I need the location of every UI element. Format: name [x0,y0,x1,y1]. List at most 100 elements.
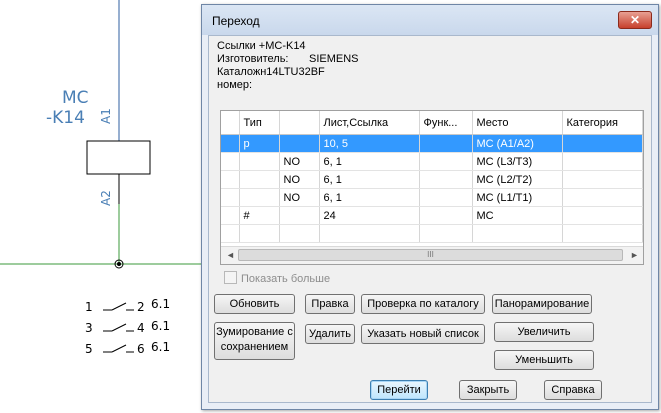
coil-symbol [86,140,151,175]
table-cell [239,188,280,207]
table-cell [562,224,643,243]
pin-label-bottom: A2 [99,190,113,206]
manufacturer-row: Изготовитель: SIEMENS [217,53,359,65]
table-cell: 10, 5 [319,134,420,153]
table-cell [221,224,240,243]
table-cell [221,152,240,171]
contact-pin-a: 1 [85,300,93,314]
zoom-out-button[interactable]: Уменьшить [494,350,594,370]
manufacturer-label: Изготовитель: [217,53,289,65]
contact-pin-a: 3 [85,321,93,335]
table-row[interactable]: # 24 MC [221,206,643,225]
table-cell [562,134,643,153]
table-cell: NO [279,152,320,171]
refs-line: Ссылки +MC-K14 [217,40,306,52]
goto-dialog: Переход ✕ Ссылки +MC-K14 Изготовитель: S… [201,4,659,410]
table-cell [279,224,320,243]
table-row[interactable]: NO 6, 1 MC (L2/T2) [221,170,643,189]
edit-button[interactable]: Правка [305,294,355,314]
table-cell [419,188,473,207]
contact-pin-b: 2 [137,300,145,314]
column-header[interactable] [279,111,320,135]
column-header-function[interactable]: Функ... [419,111,473,135]
table-cell [419,134,473,153]
zoom-save-button[interactable]: Зумирование с сохранением [214,322,295,360]
table-cell [279,206,320,225]
table-cell [562,152,643,171]
references-grid[interactable]: Тип Лист,Ссылка Функ... Место Категория … [220,110,644,265]
table-cell [239,224,280,243]
table-cell: 6, 1 [319,170,420,189]
close-button[interactable]: Закрыть [459,380,517,400]
table-cell [221,170,240,189]
table-cell [562,206,643,225]
pin-label-top: A1 [99,108,113,124]
table-cell [419,206,473,225]
refresh-button[interactable]: Обновить [214,294,295,314]
column-header-type[interactable]: Тип [239,111,280,135]
manufacturer-value: SIEMENS [309,53,359,65]
table-cell: 6, 1 [319,152,420,171]
table-cell [279,134,320,153]
table-cell [221,188,240,207]
delete-button[interactable]: Удалить [305,324,355,344]
table-cell: MC (L1/T1) [472,188,563,207]
close-icon[interactable]: ✕ [618,11,652,29]
table-cell: MC (A1/A2) [472,134,563,153]
table-cell [319,224,420,243]
table-row[interactable]: NO 6, 1 MC (L3/T3) [221,152,643,171]
table-cell [562,170,643,189]
column-header-category[interactable]: Категория [562,111,643,135]
symbol-id: -K14 [46,108,85,128]
symbol-name: MC [62,88,89,108]
dialog-titlebar[interactable]: Переход ✕ [202,5,658,35]
table-cell [472,224,563,243]
scroll-left-icon[interactable]: ◄ [226,250,235,260]
number-label: номер: [217,79,253,91]
contact-ref: 6.1 [151,340,171,354]
contact-symbol-1 [103,302,134,311]
show-more-label: Показать больше [241,273,331,285]
table-cell: 24 [319,206,420,225]
table-row[interactable]: p 10, 5 MC (A1/A2) [221,134,643,153]
table-cell: MC (L3/T3) [472,152,563,171]
help-button[interactable]: Справка [544,380,602,400]
table-cell [239,170,280,189]
table-cell [419,152,473,171]
contact-ref: 6.1 [151,319,171,333]
checkbox-icon[interactable] [224,271,237,284]
table-header: Тип Лист,Ссылка Функ... Место Категория [221,111,643,135]
catalog-check-button[interactable]: Проверка по каталогу [361,294,485,314]
zoom-in-button[interactable]: Увеличить [494,322,594,342]
scrollbar-thumb[interactable]: III [238,249,623,261]
goto-button[interactable]: Перейти [370,380,428,400]
table-cell [239,152,280,171]
table-cell: NO [279,170,320,189]
contact-pin-b: 4 [137,321,145,335]
references-table: Тип Лист,Ссылка Функ... Место Категория … [221,111,643,243]
grip-icon: III [427,250,434,259]
table-cell: 6, 1 [319,188,420,207]
table-cell [221,134,240,153]
column-header-location[interactable]: Место [472,111,563,135]
table-cell: NO [279,188,320,207]
pan-button[interactable]: Панорамирование [492,294,592,314]
table-row[interactable]: NO 6, 1 MC (L1/T1) [221,188,643,207]
table-cell [562,188,643,207]
table-cell: MC [472,206,563,225]
table-cell: MC (L2/T2) [472,170,563,189]
column-header-sheet-ref[interactable]: Лист,Ссылка [319,111,420,135]
column-header[interactable] [221,111,240,135]
contact-pin-a: 5 [85,342,93,356]
dialog-body: Ссылки +MC-K14 Изготовитель: SIEMENS Кат… [208,35,652,403]
horizontal-scrollbar[interactable]: ◄ III ► [221,246,643,264]
table-row[interactable] [221,224,643,243]
table-cell [419,224,473,243]
table-cell: p [239,134,280,153]
contact-symbol-2 [103,323,134,332]
new-list-button[interactable]: Указать новый список [361,324,485,344]
catalog-label: Каталожн14LTU32BF [217,66,325,78]
contact-symbol-3 [103,344,134,353]
scroll-right-icon[interactable]: ► [630,250,639,260]
show-more-checkbox[interactable]: Показать больше [224,271,330,285]
